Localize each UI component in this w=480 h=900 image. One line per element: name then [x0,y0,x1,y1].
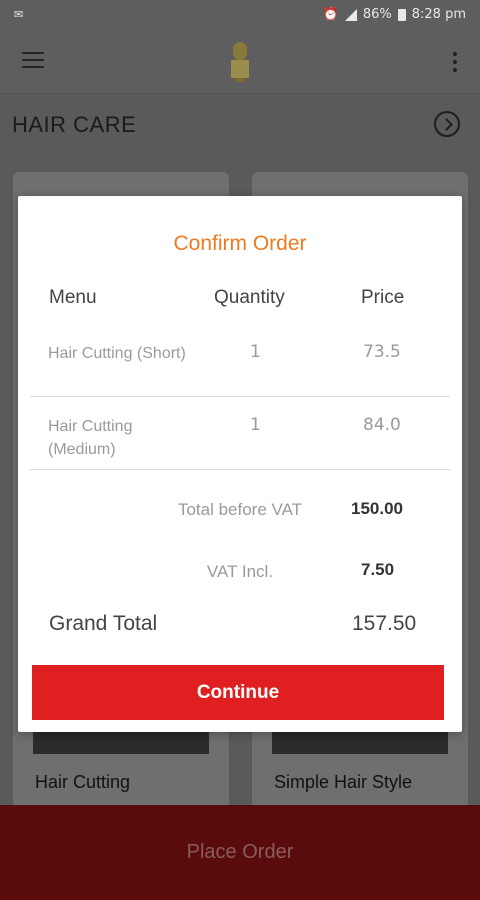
app-bar [0,32,480,94]
total-before-vat-label: Total before VAT [177,500,303,519]
column-header-quantity: Quantity [214,287,285,308]
notification-icon: ✉ [14,8,24,21]
more-options-icon[interactable] [452,52,458,74]
chevron-right-icon[interactable] [434,111,460,137]
item-quantity: 1 [250,342,261,362]
vat-label: VAT Incl. [206,562,274,581]
grand-total-label: Grand Total [49,612,158,635]
item-price: 84.0 [363,415,401,435]
status-icons: ⏰ 86% 8:28 pm [323,7,466,22]
clock: 8:28 pm [411,7,466,22]
item-quantity: 1 [250,415,261,435]
vat-value: 7.50 [361,560,395,579]
place-order-button[interactable]: Place Order [0,805,480,900]
section-title: HAIR CARE [12,112,137,137]
alarm-icon: ⏰ [322,7,339,22]
continue-button[interactable]: Continue [32,665,444,720]
item-name: Hair Cutting (Medium) [48,418,133,458]
service-label: Simple Hair Style [274,772,413,792]
item-name: Hair Cutting (Short) [48,345,186,362]
dialog-title: Confirm Order [173,232,307,255]
menu-icon[interactable] [22,52,44,70]
grand-total-value: 157.50 [352,612,417,635]
order-row: Hair Cutting (Medium) 1 84.0 [30,397,450,470]
battery-percent: 86% [362,7,392,22]
signal-icon [344,8,357,21]
total-before-vat-value: 150.00 [351,499,403,518]
service-label: Hair Cutting [35,772,131,792]
salon-logo-icon [231,42,249,82]
column-header-menu: Menu [49,287,97,308]
item-price: 73.5 [363,342,401,362]
confirm-order-dialog: Confirm Order Menu Quantity Price Hair C… [18,196,462,732]
section-header: HAIR CARE [0,95,480,153]
divider [30,469,450,470]
status-bar: ✉ ⏰ 86% 8:28 pm [0,0,480,32]
column-header-price: Price [361,287,405,308]
order-row: Hair Cutting (Short) 1 73.5 [30,324,450,397]
battery-icon [397,8,406,21]
